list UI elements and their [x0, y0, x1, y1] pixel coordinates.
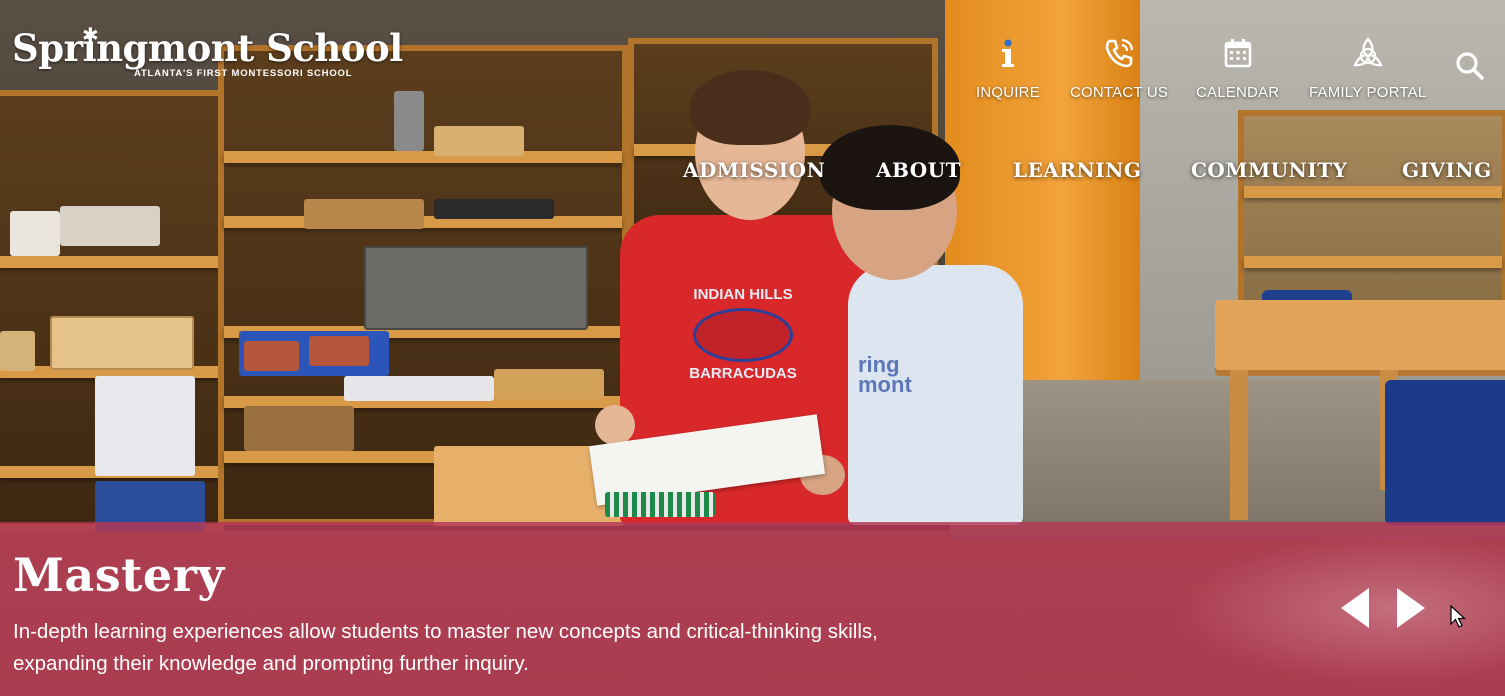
mouse-cursor-icon [1450, 605, 1466, 628]
nav-about[interactable]: ABOUT [876, 158, 961, 182]
nav-admission[interactable]: ADMISSION [683, 158, 825, 182]
nav-community[interactable]: COMMUNITY [1191, 158, 1347, 182]
classroom-table [1215, 300, 1505, 370]
slide-next-icon[interactable] [1397, 588, 1425, 628]
slide-description: In-depth learning experiences allow stud… [13, 616, 913, 680]
middle-shelf [218, 45, 628, 526]
page: INDIAN HILLS BARRACUDAS ring mont ✱ Spri… [0, 0, 1505, 696]
left-shelf [0, 90, 224, 531]
phone-icon [1105, 38, 1134, 68]
nav-learning[interactable]: LEARNING [1013, 158, 1141, 182]
utility-family-portal[interactable]: FAMILY PORTAL [1309, 36, 1426, 101]
slide-description-line2: expanding their knowledge and prompting … [13, 652, 529, 675]
shirt-text-line2: BARRACUDAS [689, 364, 797, 382]
slide-description-line1: In-depth learning experiences allow stud… [13, 620, 878, 643]
utility-label: FAMILY PORTAL [1309, 84, 1427, 101]
right-shelf [1238, 110, 1505, 310]
utility-calendar[interactable]: CALENDAR [1196, 36, 1279, 101]
shirt-text-line1: INDIAN HILLS [693, 286, 793, 303]
slide-prev-icon[interactable] [1341, 588, 1369, 628]
calendar-icon [1224, 39, 1251, 68]
utility-inquire[interactable]: INQUIRE [976, 36, 1040, 101]
logo-star-icon: ✱ [82, 25, 99, 47]
slide-title: Mastery [13, 548, 225, 602]
white-shirt-text-line2: mont [858, 371, 912, 397]
blue-chair-front [1385, 380, 1505, 525]
search-icon[interactable] [1454, 50, 1486, 82]
site-logo[interactable]: ✱ Springmont School ATLANTA'S FIRST MONT… [12, 26, 403, 79]
nav-giving[interactable]: GIVING [1402, 158, 1492, 182]
utility-label: CONTACT US [1070, 84, 1169, 101]
utility-contact-us[interactable]: CONTACT US [1070, 36, 1168, 101]
trinity-knot-icon [1352, 37, 1383, 67]
utility-label: CALENDAR [1196, 84, 1280, 101]
info-icon [1001, 39, 1014, 67]
bead-material [605, 492, 715, 517]
logo-name: Springmont School [12, 26, 403, 70]
utility-label: INQUIRE [976, 84, 1040, 101]
